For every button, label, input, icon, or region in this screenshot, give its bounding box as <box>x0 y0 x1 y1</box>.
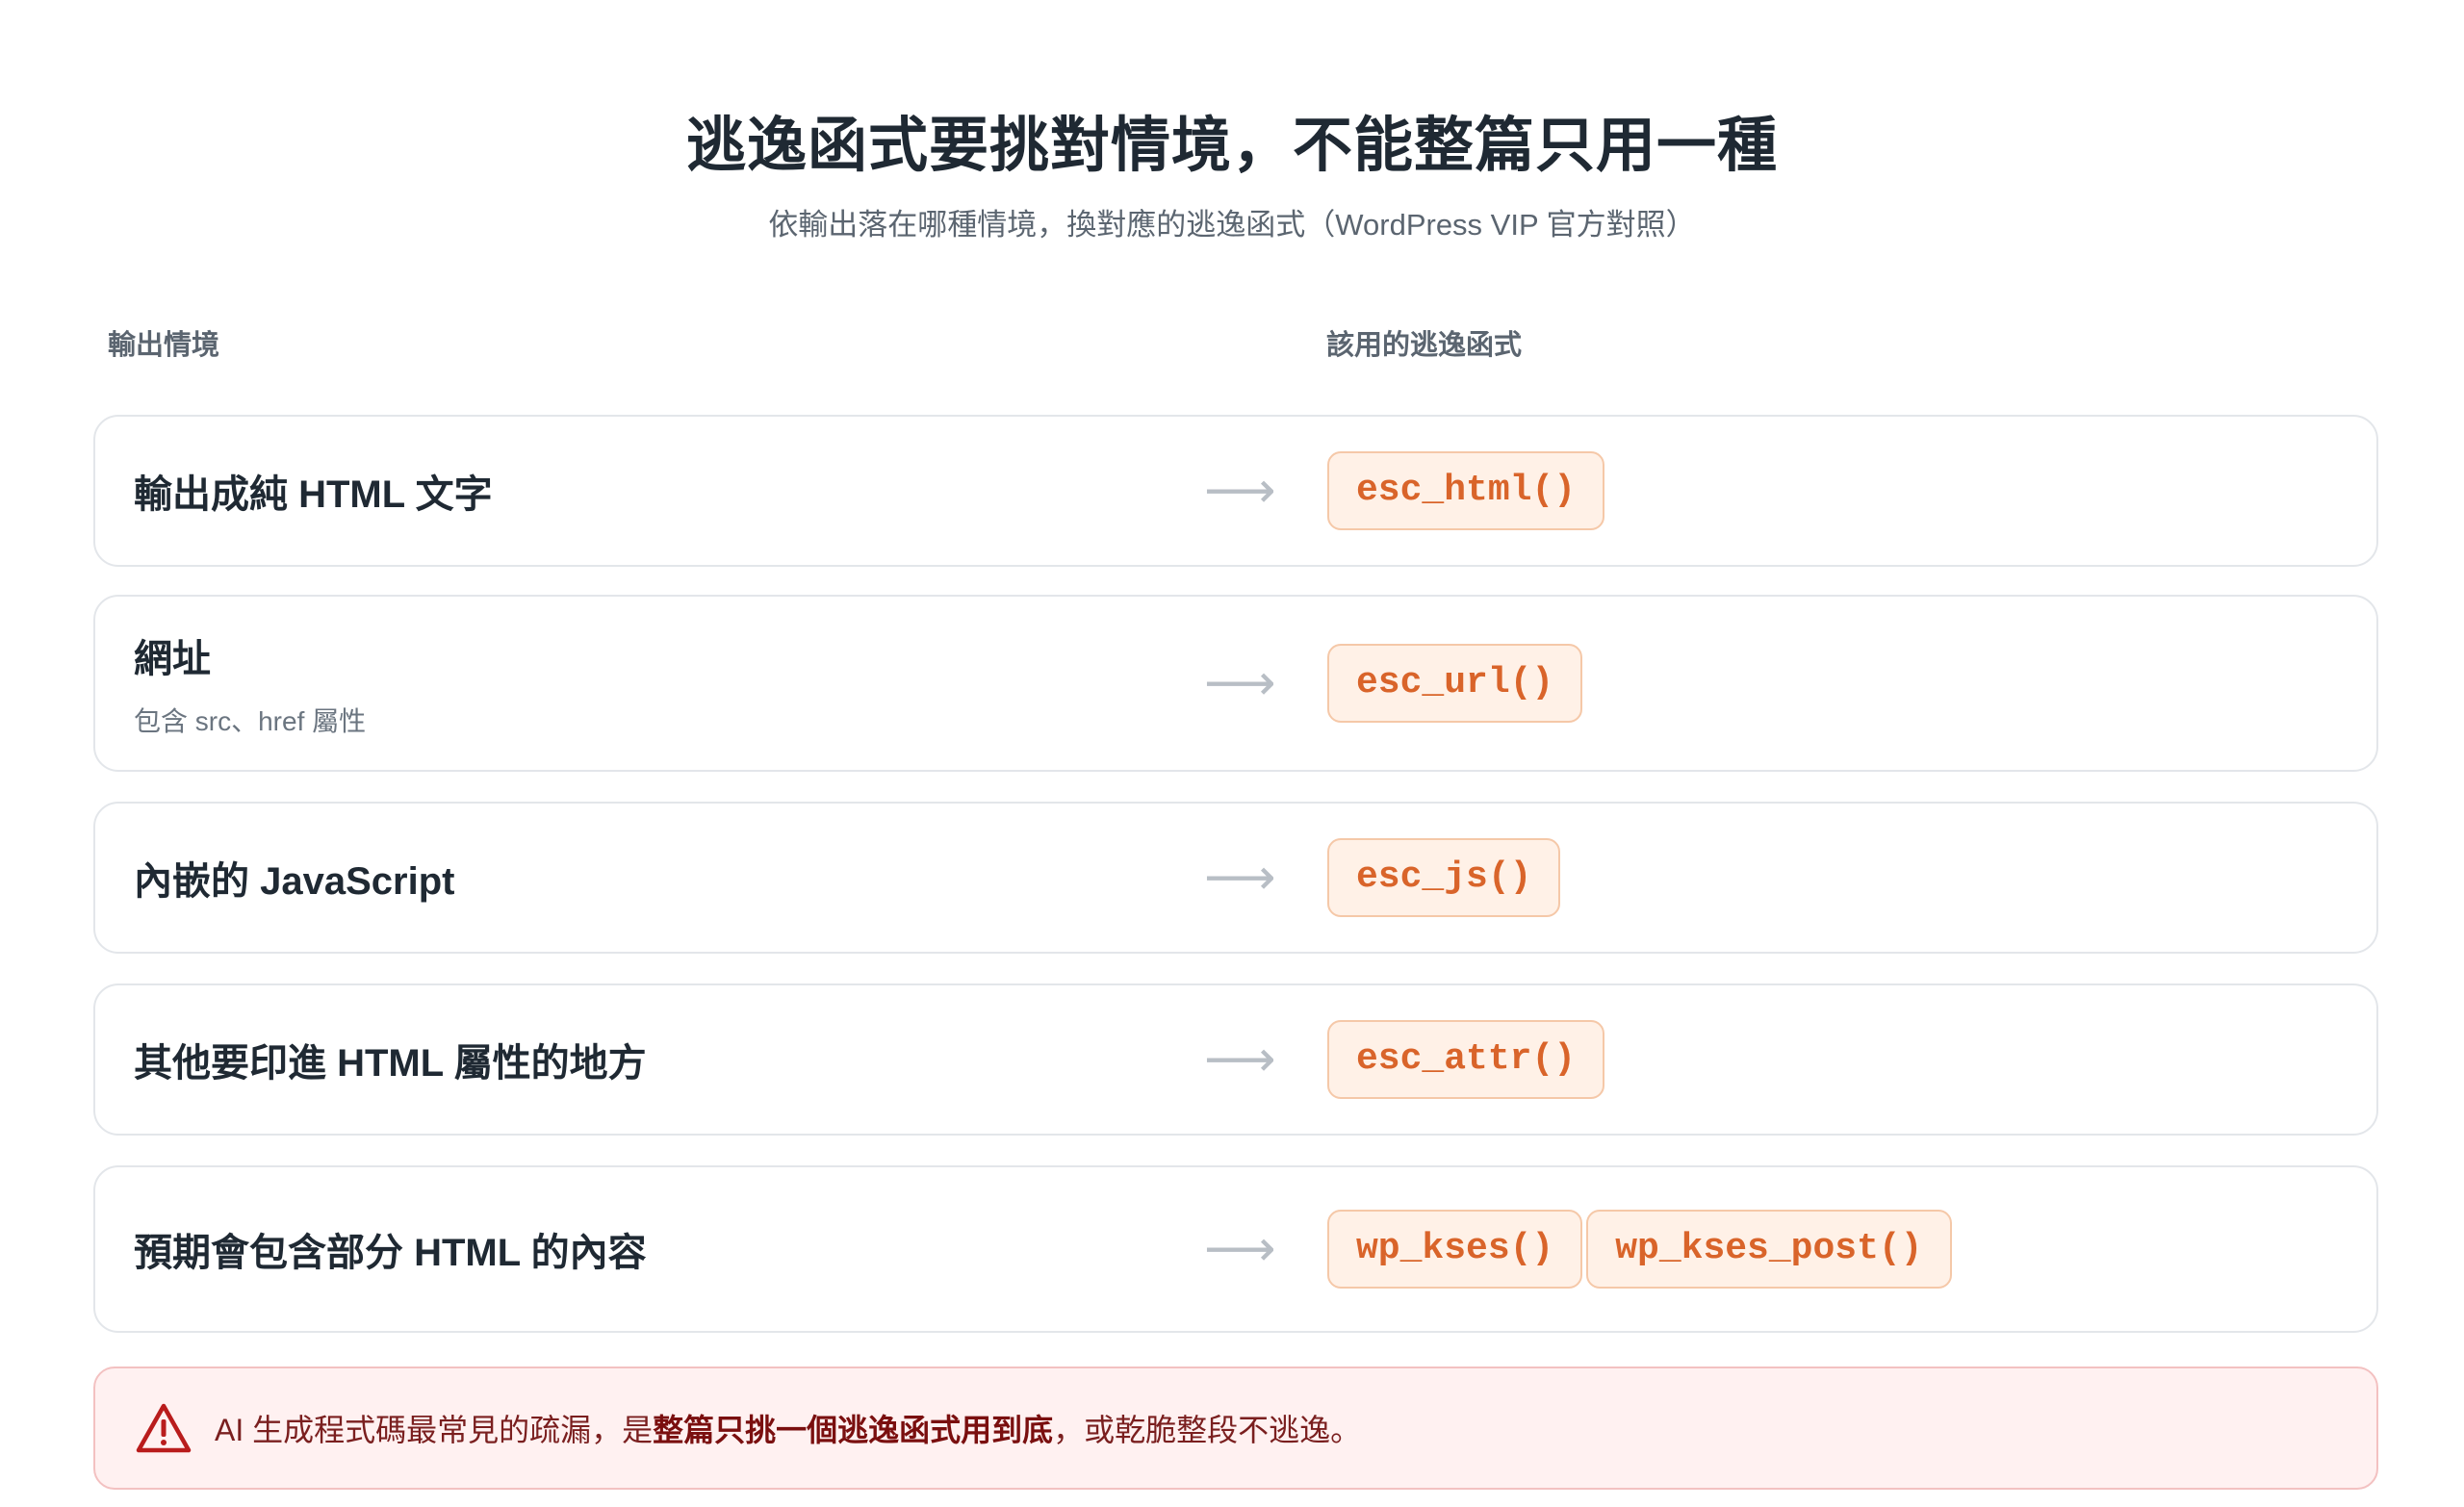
warning-prefix: AI 生成程式碼最常見的疏漏，是 <box>215 1413 654 1447</box>
context-label: 網址 <box>134 638 211 680</box>
function-chip: esc_attr() <box>1327 1020 1605 1099</box>
function-list: esc_attr() <box>1327 1020 1605 1099</box>
function-list: wp_kses() wp_kses_post() <box>1327 1210 1952 1289</box>
function-chip: esc_js() <box>1327 838 1561 917</box>
mapping-row: 內嵌的 JavaScript ⟶ esc_js() <box>93 802 2378 954</box>
context-note: 包含 src、href 屬性 <box>134 706 367 736</box>
context-label: 內嵌的 JavaScript <box>134 860 455 903</box>
context-cell: 內嵌的 JavaScript <box>134 850 454 906</box>
function-list: esc_url() <box>1327 644 1583 723</box>
function-chip: esc_url() <box>1327 644 1583 723</box>
function-chip: esc_html() <box>1327 451 1605 530</box>
arrow-right-icon: ⟶ <box>1204 1220 1276 1278</box>
context-label: 其他要印進 HTML 屬性的地方 <box>134 1042 647 1085</box>
mapping-row: 網址 包含 src、href 屬性 ⟶ esc_url() <box>93 595 2378 772</box>
arrow-right-icon: ⟶ <box>1204 462 1276 520</box>
page-title: 逃逸函式要挑對情境，不能整篇只用一種 <box>685 113 1778 179</box>
context-cell: 預期會包含部分 HTML 的內容 <box>134 1221 647 1277</box>
column-header-function: 該用的逃逸函式 <box>1326 330 1523 361</box>
function-list: esc_html() <box>1327 451 1605 530</box>
function-chip: wp_kses() <box>1327 1210 1583 1289</box>
arrow-right-icon: ⟶ <box>1204 1031 1276 1088</box>
warning-text: AI 生成程式碼最常見的疏漏，是整篇只挑一個逃逸函式用到底，或乾脆整段不逃逸。 <box>215 1406 1361 1450</box>
column-header-context: 輸出情境 <box>108 330 220 361</box>
context-cell: 其他要印進 HTML 屬性的地方 <box>134 1032 647 1087</box>
page-subtitle: 依輸出落在哪種情境，換對應的逃逸函式（WordPress VIP 官方對照） <box>768 208 1696 242</box>
mapping-row: 輸出成純 HTML 文字 ⟶ esc_html() <box>93 415 2378 567</box>
context-label: 預期會包含部分 HTML 的內容 <box>134 1232 647 1274</box>
context-label: 輸出成純 HTML 文字 <box>134 473 493 516</box>
context-cell: 輸出成純 HTML 文字 <box>134 463 493 519</box>
arrow-right-icon: ⟶ <box>1204 849 1276 907</box>
mapping-row: 其他要印進 HTML 屬性的地方 ⟶ esc_attr() <box>93 983 2378 1136</box>
warning-emphasis: 整篇只挑一個逃逸函式用到底 <box>653 1413 1054 1447</box>
function-list: esc_js() <box>1327 838 1561 917</box>
arrow-right-icon: ⟶ <box>1204 654 1276 712</box>
warning-suffix: ，或乾脆整段不逃逸。 <box>1053 1413 1362 1447</box>
mapping-row: 預期會包含部分 HTML 的內容 ⟶ wp_kses() wp_kses_pos… <box>93 1165 2378 1333</box>
warning-triangle-icon <box>136 1403 192 1453</box>
warning-callout: AI 生成程式碼最常見的疏漏，是整篇只挑一個逃逸函式用到底，或乾脆整段不逃逸。 <box>93 1367 2378 1490</box>
page: 逃逸函式要挑對情境，不能整篇只用一種 依輸出落在哪種情境，換對應的逃逸函式（Wo… <box>0 0 2464 1507</box>
context-cell: 網址 包含 src、href 屬性 <box>134 627 366 739</box>
function-chip: wp_kses_post() <box>1586 1210 1952 1289</box>
